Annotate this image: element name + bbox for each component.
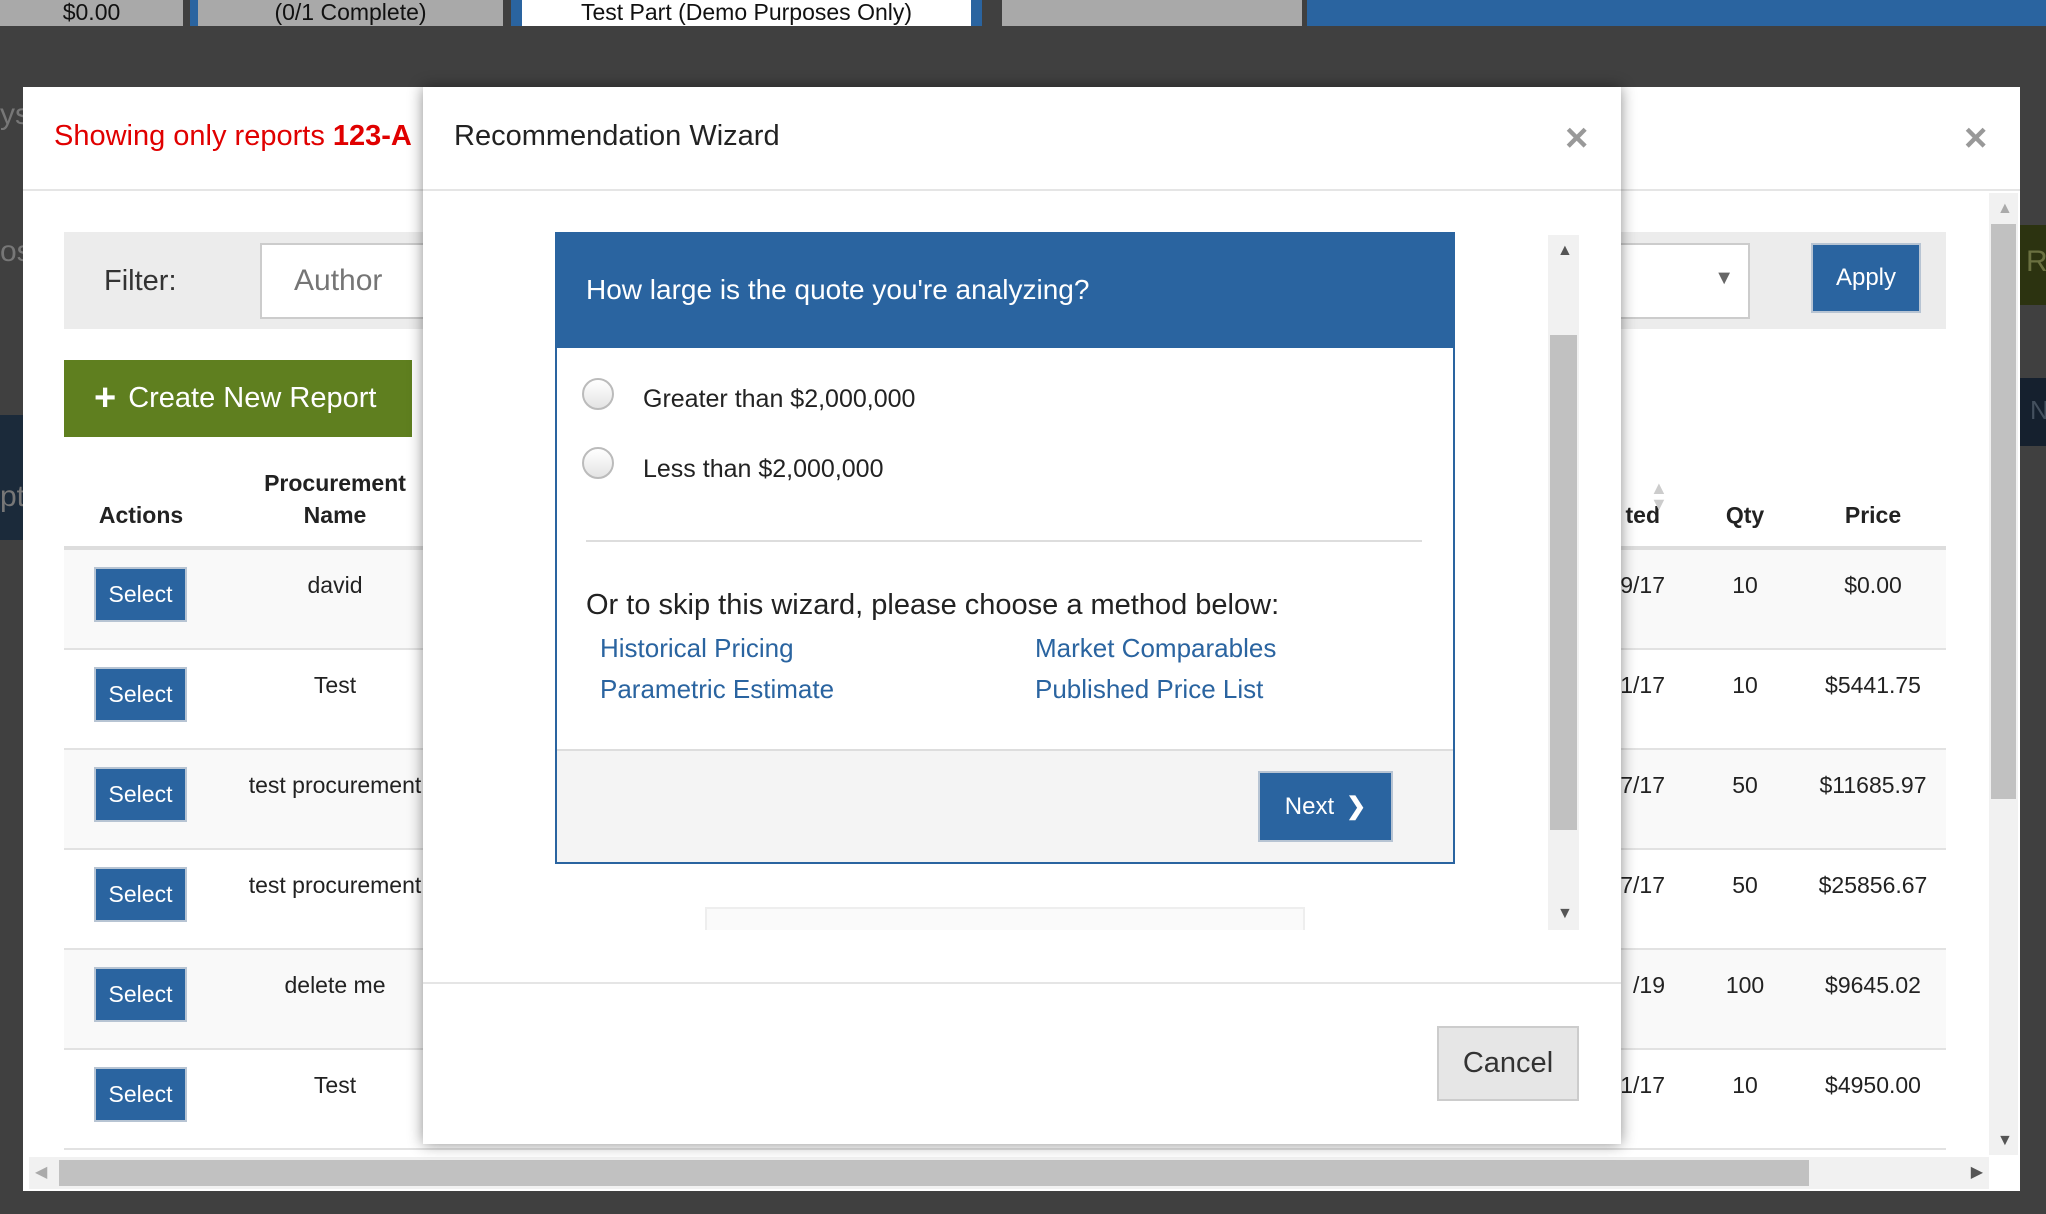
tab-test-part[interactable]: Test Part (Demo Purposes Only): [511, 0, 982, 26]
select-label: Select: [108, 681, 173, 707]
scroll-down-icon[interactable]: ▼: [1557, 906, 1573, 922]
sort-icon[interactable]: ▲ ▼: [1650, 479, 1668, 513]
next-label: Next: [1284, 792, 1335, 820]
header-line: Procurement: [264, 470, 406, 496]
wizard-close-icon[interactable]: ×: [1565, 118, 1588, 158]
apply-label: Apply: [1835, 264, 1897, 291]
bg-fragment: N: [2030, 395, 2046, 425]
chevron-right-icon: ❯: [1346, 793, 1367, 820]
plus-icon: +: [94, 377, 117, 419]
select-button[interactable]: Select: [94, 867, 187, 922]
column-header-actions: Actions: [98, 502, 184, 528]
link-parametric-estimate[interactable]: Parametric Estimate: [600, 674, 834, 705]
price-cell: $0.00: [1844, 572, 1902, 598]
link-historical-pricing[interactable]: Historical Pricing: [600, 633, 794, 664]
title-prefix: Showing only reports: [54, 120, 333, 152]
radio-less-than-2m[interactable]: [582, 447, 614, 479]
select-label: Select: [108, 981, 173, 1007]
select-button[interactable]: Select: [94, 1067, 187, 1122]
title-highlight: 123-A: [332, 120, 412, 152]
qty-cell: 10: [1732, 672, 1758, 698]
cancel-button[interactable]: Cancel: [1437, 1026, 1579, 1101]
divider: [423, 982, 1621, 984]
qty-cell: 10: [1732, 572, 1758, 598]
create-new-report-button[interactable]: + Create New Report: [64, 360, 412, 437]
tab-label: Test Part (Demo Purposes Only): [580, 0, 913, 25]
bg-fragment: pt: [0, 480, 26, 513]
link-market-comparables[interactable]: Market Comparables: [1035, 633, 1276, 664]
scrollbar-thumb[interactable]: [1550, 335, 1577, 830]
scroll-right-icon[interactable]: ▶: [1971, 1165, 1983, 1181]
select-label: Select: [108, 1081, 173, 1107]
price-cell: $25856.67: [1818, 872, 1928, 898]
header-line: Name: [303, 502, 367, 528]
tab-progress[interactable]: (0/1 Complete): [190, 0, 503, 26]
select-button[interactable]: Select: [94, 967, 187, 1022]
cancel-label: Cancel: [1462, 1047, 1554, 1079]
procurement-name-cell: Test: [313, 1072, 357, 1098]
scroll-down-icon[interactable]: ▼: [1997, 1133, 2013, 1149]
tab-label: (0/1 Complete): [274, 0, 427, 25]
skip-text: Or to skip this wizard, please choose a …: [586, 589, 1280, 621]
reports-modal-title: Showing only reports 123-A: [54, 120, 412, 153]
create-label: Create New Report: [128, 382, 377, 414]
apply-button[interactable]: Apply: [1811, 243, 1921, 313]
filter-label: Filter:: [104, 265, 177, 297]
select-button[interactable]: Select: [94, 567, 187, 622]
qty-cell: 10: [1732, 1072, 1758, 1098]
header-bar: [1307, 0, 2046, 26]
tab-empty[interactable]: [1002, 0, 1302, 26]
tab-label: $0.00: [62, 0, 121, 25]
filter-select[interactable]: ▼: [1600, 243, 1750, 319]
price-cell: $5441.75: [1825, 672, 1921, 698]
scroll-up-icon[interactable]: ▲: [1557, 243, 1573, 259]
procurement-name-cell: david: [307, 572, 363, 598]
vertical-scrollbar[interactable]: ▲ ▼: [1989, 193, 2018, 1155]
procurement-name-cell: test procurement: [248, 772, 422, 798]
qty-cell: 50: [1732, 872, 1758, 898]
tab-total[interactable]: $0.00: [0, 0, 183, 26]
scrollbar-thumb[interactable]: [1991, 224, 2016, 799]
select-label: Select: [108, 581, 173, 607]
scrollbar-thumb[interactable]: [59, 1160, 1809, 1186]
bg-fragment: R: [2026, 245, 2046, 278]
price-cell: $11685.97: [1819, 772, 1927, 798]
horizontal-scrollbar[interactable]: ◀ ▶: [29, 1157, 1989, 1189]
select-label: Select: [108, 881, 173, 907]
wizard-title: Recommendation Wizard: [454, 120, 780, 152]
scroll-up-icon[interactable]: ▲: [1997, 201, 2013, 217]
procurement-name-cell: test procurement: [248, 872, 422, 898]
question-heading: How large is the quote you're analyzing?: [555, 232, 1455, 348]
divider: [423, 189, 1621, 191]
column-header-procurement-name[interactable]: Procurement Name: [235, 467, 435, 531]
link-published-price-list[interactable]: Published Price List: [1035, 674, 1263, 705]
procurement-name-cell: Test: [313, 672, 357, 698]
select-button[interactable]: Select: [94, 767, 187, 822]
divider: [586, 540, 1422, 542]
procurement-name-cell: delete me: [284, 972, 386, 998]
column-header-qty: Qty: [1725, 502, 1765, 528]
option-label[interactable]: Less than $2,000,000: [643, 455, 883, 484]
qty-cell: 50: [1732, 772, 1758, 798]
wizard-vertical-scrollbar[interactable]: ▲ ▼: [1548, 235, 1579, 930]
price-cell: $4950.00: [1825, 1072, 1921, 1098]
radio-greater-than-2m[interactable]: [582, 378, 614, 410]
close-icon[interactable]: ×: [1964, 118, 1987, 158]
next-button[interactable]: Next ❯: [1258, 771, 1393, 842]
scroll-left-icon[interactable]: ◀: [35, 1165, 47, 1181]
qty-cell: 100: [1725, 972, 1765, 998]
select-label: Select: [108, 781, 173, 807]
dropdown-arrow-icon: ▼: [1714, 267, 1734, 289]
column-header-price: Price: [1844, 502, 1902, 528]
option-label[interactable]: Greater than $2,000,000: [643, 385, 915, 414]
bg-panel: [0, 415, 23, 540]
price-cell: $9645.02: [1825, 972, 1921, 998]
next-card-preview: [705, 907, 1305, 930]
select-button[interactable]: Select: [94, 667, 187, 722]
